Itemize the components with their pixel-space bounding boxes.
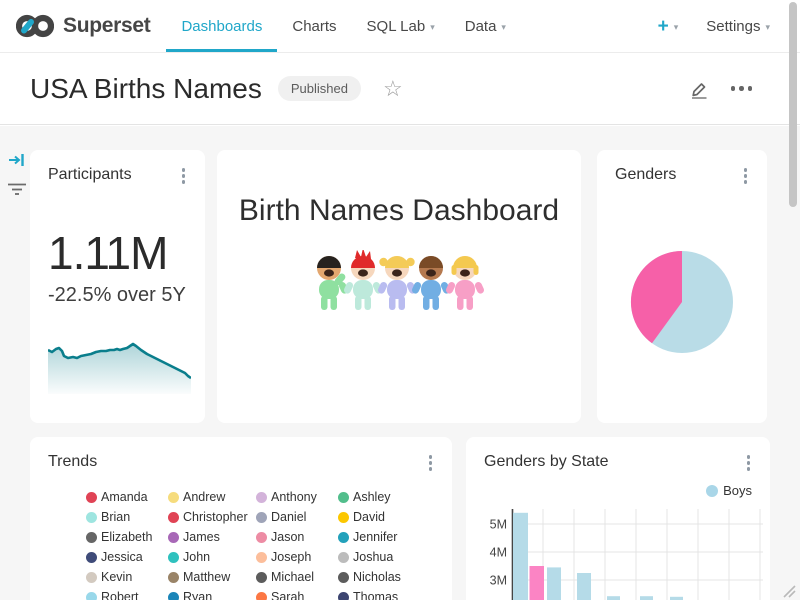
legend-item-john[interactable]: John <box>168 550 256 564</box>
card-menu-icon[interactable] <box>425 453 437 473</box>
filter-icon <box>7 182 27 196</box>
new-button[interactable]: + ▾ <box>658 17 679 36</box>
legend-item-thomas[interactable]: Thomas <box>338 590 434 600</box>
expand-arrow-icon <box>8 152 26 168</box>
trends-legend: AmandaAndrewAnthonyAshley BrianChristophe… <box>86 487 434 600</box>
big-number-subheader: -22.5% over 5Y <box>48 284 186 307</box>
page-title: USA Births Names <box>30 73 262 105</box>
page-scrollbar[interactable] <box>789 2 797 207</box>
legend-item-jason[interactable]: Jason <box>256 530 338 544</box>
nav-item-dashboards[interactable]: Dashboards <box>166 0 277 52</box>
legend-item-matthew[interactable]: Matthew <box>168 570 256 584</box>
legend-item-kevin[interactable]: Kevin <box>86 570 168 584</box>
legend-item-jennifer[interactable]: Jennifer <box>338 530 434 544</box>
boys-legend-label: Boys <box>723 483 752 498</box>
nav-item-charts[interactable]: Charts <box>277 0 351 52</box>
nav-menu: DashboardsChartsSQL Lab▾Data▾ <box>166 0 520 52</box>
published-badge[interactable]: Published <box>278 76 361 101</box>
legend-item-michael[interactable]: Michael <box>256 570 338 584</box>
dashboard-header: USA Births Names Published ☆ <box>0 53 800 125</box>
expand-filter-bar-button[interactable] <box>8 152 26 173</box>
card-menu-icon[interactable] <box>740 166 752 186</box>
legend-item-elizabeth[interactable]: Elizabeth <box>86 530 168 544</box>
settings-label: Settings <box>706 18 760 35</box>
card-title: Trends <box>48 453 97 471</box>
legend-item-jessica[interactable]: Jessica <box>86 550 168 564</box>
top-nav: Superset DashboardsChartsSQL Lab▾Data▾ +… <box>0 0 800 53</box>
legend-item-nicholas[interactable]: Nicholas <box>338 570 434 584</box>
card-participants: Participants 1.11M -22.5% over 5Y <box>30 150 205 423</box>
legend-item-ryan[interactable]: Ryan <box>168 590 256 600</box>
brand-name: Superset <box>63 14 150 38</box>
favorite-star-icon[interactable]: ☆ <box>383 78 403 100</box>
participants-trendline-chart[interactable] <box>48 342 191 394</box>
legend-item-robert[interactable]: Robert <box>86 590 168 600</box>
edit-pencil-icon[interactable] <box>687 77 711 101</box>
card-headline: Birth Names Dashboard <box>217 150 581 423</box>
nav-item-data[interactable]: Data▾ <box>450 0 521 52</box>
card-menu-icon[interactable] <box>743 453 755 473</box>
legend-item-boys[interactable]: Boys <box>706 483 752 498</box>
filter-icon-button[interactable] <box>7 182 27 201</box>
svg-text:5M: 5M <box>490 518 507 532</box>
settings-menu[interactable]: Settings ▾ <box>706 18 770 35</box>
legend-item-joseph[interactable]: Joseph <box>256 550 338 564</box>
card-genders-by-state: Genders by State Boys 5M 4M 3M <box>466 437 770 600</box>
card-menu-icon[interactable] <box>178 166 190 186</box>
resize-handle[interactable] <box>780 582 796 598</box>
legend-item-brian[interactable]: Brian <box>86 510 168 524</box>
card-title: Genders <box>615 166 676 184</box>
legend-item-andrew[interactable]: Andrew <box>168 490 256 504</box>
legend-item-anthony[interactable]: Anthony <box>256 490 338 504</box>
dashboard-canvas: Participants 1.11M -22.5% over 5Y Birth … <box>0 126 800 600</box>
svg-text:4M: 4M <box>490 546 507 560</box>
big-number-value: 1.11M <box>48 226 167 280</box>
boys-legend-dot <box>706 485 718 497</box>
children-illustration <box>312 250 487 314</box>
legend-item-ashley[interactable]: Ashley <box>338 490 434 504</box>
superset-logo[interactable]: Superset <box>16 0 150 52</box>
card-trends: Trends AmandaAndrewAnthonyAshley BrianChr… <box>30 437 452 600</box>
card-genders: Genders <box>597 150 767 423</box>
svg-text:3M: 3M <box>490 574 507 588</box>
card-title: Participants <box>48 166 132 184</box>
nav-item-sql-lab[interactable]: SQL Lab▾ <box>352 0 450 52</box>
headline-title: Birth Names Dashboard <box>217 194 581 228</box>
legend-item-james[interactable]: James <box>168 530 256 544</box>
genders-by-state-bar-chart[interactable]: 5M 4M 3M <box>480 507 770 600</box>
genders-pie-chart[interactable] <box>630 250 734 354</box>
plus-icon: + <box>658 17 669 36</box>
legend-item-daniel[interactable]: Daniel <box>256 510 338 524</box>
legend-item-joshua[interactable]: Joshua <box>338 550 434 564</box>
chevron-down-icon: ▾ <box>765 22 770 33</box>
legend-item-david[interactable]: David <box>338 510 434 524</box>
legend-item-christopher[interactable]: Christopher <box>168 510 256 524</box>
legend-item-sarah[interactable]: Sarah <box>256 590 338 600</box>
card-title: Genders by State <box>484 453 609 471</box>
chevron-down-icon: ▾ <box>674 22 679 33</box>
infinity-logo-icon <box>16 13 54 39</box>
legend-item-amanda[interactable]: Amanda <box>86 490 168 504</box>
more-actions-icon[interactable] <box>729 82 755 95</box>
